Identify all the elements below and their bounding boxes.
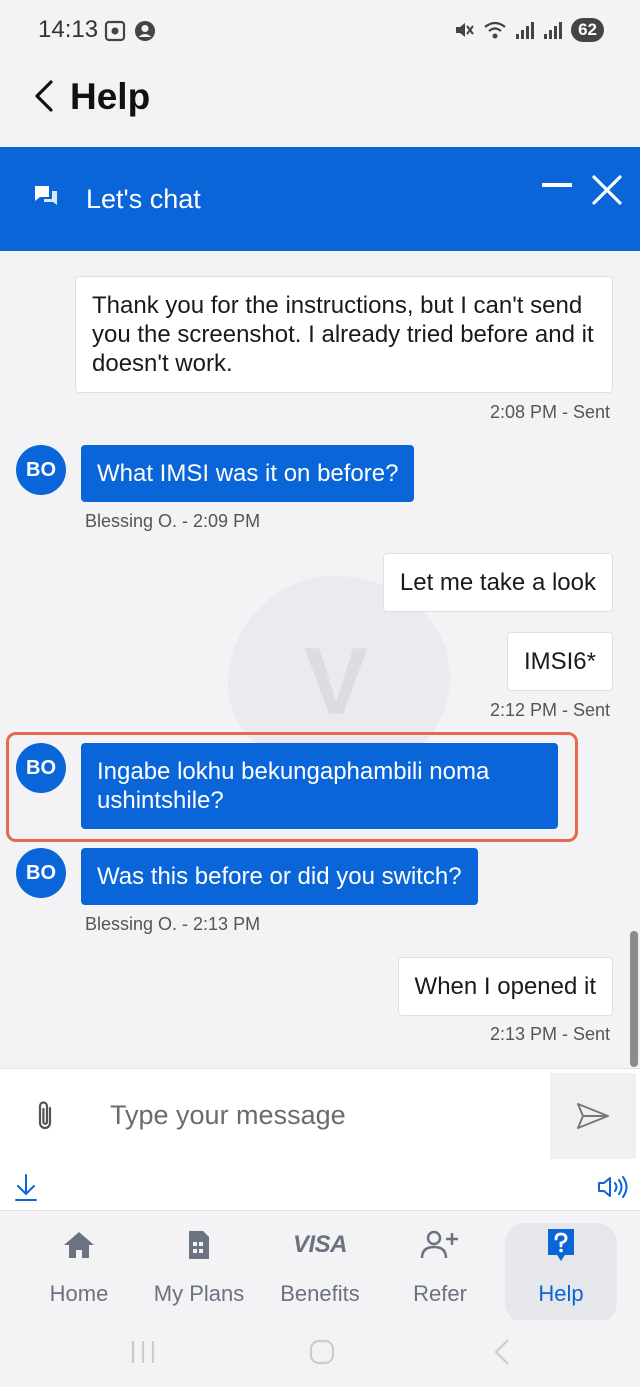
nav-home[interactable]: Home [23, 1223, 135, 1323]
message-text: What IMSI was it on before? [97, 460, 399, 487]
nav-refer[interactable]: Refer [384, 1223, 496, 1323]
agent-avatar: BO [16, 743, 66, 793]
status-icons-left [104, 20, 156, 42]
status-time: 14:13 [38, 16, 99, 43]
screenshot-icon [104, 20, 126, 42]
close-icon[interactable] [590, 173, 624, 207]
watermark-logo: V [304, 628, 369, 735]
agent-avatar: BO [16, 848, 66, 898]
chat-title: Let's chat [86, 184, 201, 214]
sent-message: Thank you for the instructions, but I ca… [75, 276, 613, 393]
sim-card-icon [189, 1231, 209, 1259]
speaker-icon[interactable] [596, 1174, 628, 1200]
nav-benefits[interactable]: VISA Benefits [264, 1223, 376, 1323]
message-text: Ingabe lokhu bekungaphambili noma ushint… [97, 758, 490, 814]
back-button[interactable] [26, 78, 62, 114]
download-icon[interactable] [14, 1172, 38, 1202]
message-meta: 2:08 PM - Sent [489, 402, 610, 422]
agent-avatar: BO [16, 445, 66, 495]
mute-icon [456, 23, 474, 37]
back-nav-icon[interactable] [492, 1338, 512, 1366]
paperclip-icon[interactable] [32, 1099, 58, 1133]
message-meta: 2:13 PM - Sent [489, 1024, 610, 1044]
received-message: Was this before or did you switch? [81, 848, 478, 905]
add-person-icon [420, 1230, 458, 1259]
message-text: Let me take a look [399, 569, 596, 596]
nav-label: Home [49, 1281, 109, 1306]
status-bar: 14:13 62 [0, 0, 640, 62]
minimize-button[interactable] [542, 183, 572, 187]
signal-icon-2 [544, 22, 563, 39]
message-input[interactable] [96, 1087, 536, 1143]
nav-label: Benefits [280, 1281, 360, 1306]
sent-message: Let me take a look [382, 553, 613, 612]
chat-header: Let's chat [0, 147, 640, 251]
bottom-nav: Home My Plans VISA Benefits Refer Help [0, 1210, 640, 1323]
message-text: Was this before or did you switch? [97, 863, 462, 890]
chat-messages[interactable]: V Thank you for the instructions, but I … [0, 251, 640, 1067]
message-text: IMSI6* [523, 648, 596, 675]
status-icons-right: 62 [453, 18, 604, 42]
received-message: What IMSI was it on before? [81, 445, 415, 502]
signal-icon [516, 22, 535, 39]
message-text: Thank you for the instructions, but I ca… [92, 292, 594, 377]
message-text: When I opened it [414, 973, 596, 1000]
home-icon [64, 1232, 94, 1258]
visa-icon: VISA [292, 1231, 348, 1258]
sent-message: IMSI6* [506, 632, 613, 691]
nav-my-plans[interactable]: My Plans [143, 1223, 255, 1323]
chat-tools [0, 1160, 640, 1210]
message-meta: Blessing O. - 2:13 PM [85, 914, 261, 934]
home-button-icon[interactable] [309, 1338, 335, 1366]
received-message: Ingabe lokhu bekungaphambili noma ushint… [81, 743, 558, 829]
page-title: Help [70, 76, 151, 117]
message-meta: Blessing O. - 2:09 PM [85, 511, 261, 531]
nav-label: Refer [413, 1281, 467, 1306]
send-icon [577, 1103, 609, 1129]
nav-label: My Plans [153, 1281, 245, 1306]
nav-label: Help [538, 1281, 584, 1306]
chevron-left-icon [35, 80, 53, 112]
scrollbar[interactable] [630, 931, 638, 1067]
chat-bubbles-icon [35, 186, 57, 205]
wifi-icon [484, 21, 506, 39]
system-nav [0, 1320, 640, 1387]
help-icon [548, 1229, 574, 1261]
nav-help[interactable]: Help [505, 1223, 617, 1323]
sent-message: When I opened it [397, 957, 613, 1016]
app-header: Help [0, 62, 640, 146]
message-meta: 2:12 PM - Sent [489, 700, 610, 720]
send-button[interactable] [550, 1073, 636, 1159]
message-composer [0, 1068, 640, 1160]
battery-indicator: 62 [571, 18, 604, 42]
account-icon [135, 21, 155, 41]
recents-icon[interactable] [130, 1338, 156, 1366]
